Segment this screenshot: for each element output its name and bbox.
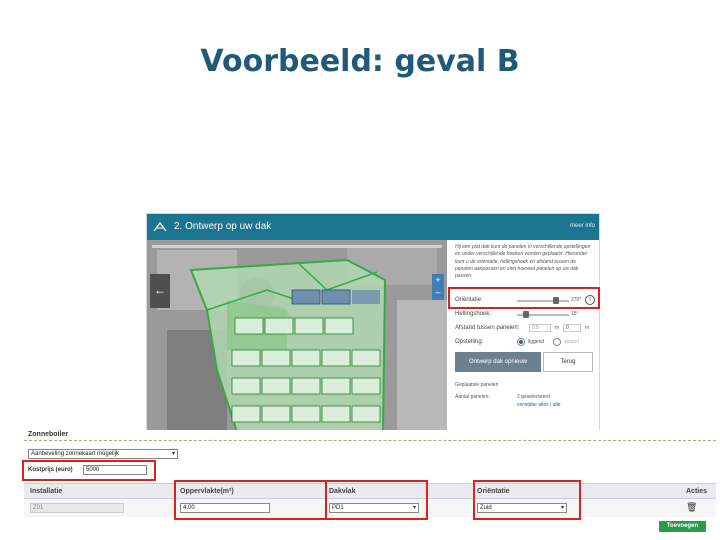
redesign-roof-button[interactable]: Ontwerp dak opnieuw bbox=[455, 352, 541, 372]
distance-unit: m bbox=[555, 325, 560, 331]
setup-radio-portrait[interactable] bbox=[553, 338, 561, 346]
distance-row: Afstand tussen panelen: 0.5 m 0 m bbox=[455, 322, 599, 334]
trash-icon[interactable]: 🗑 bbox=[686, 502, 697, 513]
zoom-control[interactable]: + – bbox=[432, 274, 444, 300]
tilt-label: Hellingshoek: bbox=[455, 311, 492, 317]
placed-panels-heading: Geplaatste panelen bbox=[455, 382, 499, 388]
tilt-slider[interactable] bbox=[517, 311, 569, 318]
roof-map[interactable]: ← + – bbox=[147, 240, 447, 430]
tilt-row: Hellingshoek: 15° bbox=[455, 308, 599, 320]
setup-option-portrait: staand bbox=[564, 339, 580, 345]
tilt-value: 15° bbox=[571, 311, 579, 317]
area-highlight bbox=[174, 480, 327, 520]
add-button[interactable]: Toevoegen bbox=[659, 521, 706, 532]
distance-input[interactable]: 0.5 bbox=[529, 324, 551, 332]
setup-row: Opstelling: liggend staand bbox=[455, 336, 599, 348]
orientation-col-highlight bbox=[473, 480, 581, 520]
panel-count-value: 2 geselecteerd bbox=[517, 394, 550, 400]
aerial-photo bbox=[147, 240, 447, 430]
recommendation-select[interactable]: Aanbeveling zonnekaart mogelijk ▾ bbox=[28, 449, 178, 459]
app-header: 2. Ontwerp op uw dak meer info bbox=[147, 214, 599, 240]
distance-label: Afstand tussen panelen: bbox=[455, 325, 520, 331]
slide-title: Voorbeeld: geval B bbox=[200, 44, 520, 79]
zoom-in-button[interactable]: + bbox=[432, 274, 444, 286]
tilt-slider-knob[interactable] bbox=[523, 311, 529, 318]
form-title: Zonneboiler bbox=[28, 431, 69, 438]
col-acties[interactable]: Acties bbox=[686, 488, 707, 495]
settings-panel: Hij een plat dak kunt de panelen in vers… bbox=[447, 240, 599, 430]
cost-highlight bbox=[22, 460, 156, 481]
setup-option-landscape: liggend bbox=[528, 339, 545, 345]
panel-intro-text: Hij een plat dak kunt de panelen in vers… bbox=[455, 244, 591, 280]
more-info-link[interactable]: meer info bbox=[570, 223, 595, 229]
back-step-button[interactable]: Terug bbox=[543, 352, 593, 372]
roof-design-app: 2. Ontwerp op uw dak meer info ← + – Hij… bbox=[146, 213, 600, 431]
back-button[interactable]: ← bbox=[150, 274, 170, 308]
form-divider bbox=[24, 440, 716, 441]
installatie-cell: Z01 bbox=[30, 503, 124, 513]
panel-count-label: Aantal panelen: bbox=[455, 394, 490, 400]
distance-input-2[interactable]: 0 bbox=[563, 324, 581, 332]
roof-plane-highlight bbox=[325, 480, 428, 520]
setup-label: Opstelling: bbox=[455, 339, 484, 345]
recommendation-select-value: Aanbeveling zonnekaart mogelijk bbox=[31, 451, 120, 457]
distance-unit-2: m bbox=[585, 325, 590, 331]
panel-actions-links[interactable]: verwijder alles | alle bbox=[517, 402, 561, 408]
app-title: 2. Ontwerp op uw dak bbox=[174, 221, 272, 232]
chevron-down-icon: ▾ bbox=[171, 451, 175, 457]
setup-radio-landscape[interactable] bbox=[517, 338, 525, 346]
col-installatie[interactable]: Installatie bbox=[30, 488, 62, 495]
orientation-highlight bbox=[448, 287, 600, 309]
logo-icon bbox=[153, 221, 167, 232]
zoom-out-button[interactable]: – bbox=[432, 286, 444, 298]
